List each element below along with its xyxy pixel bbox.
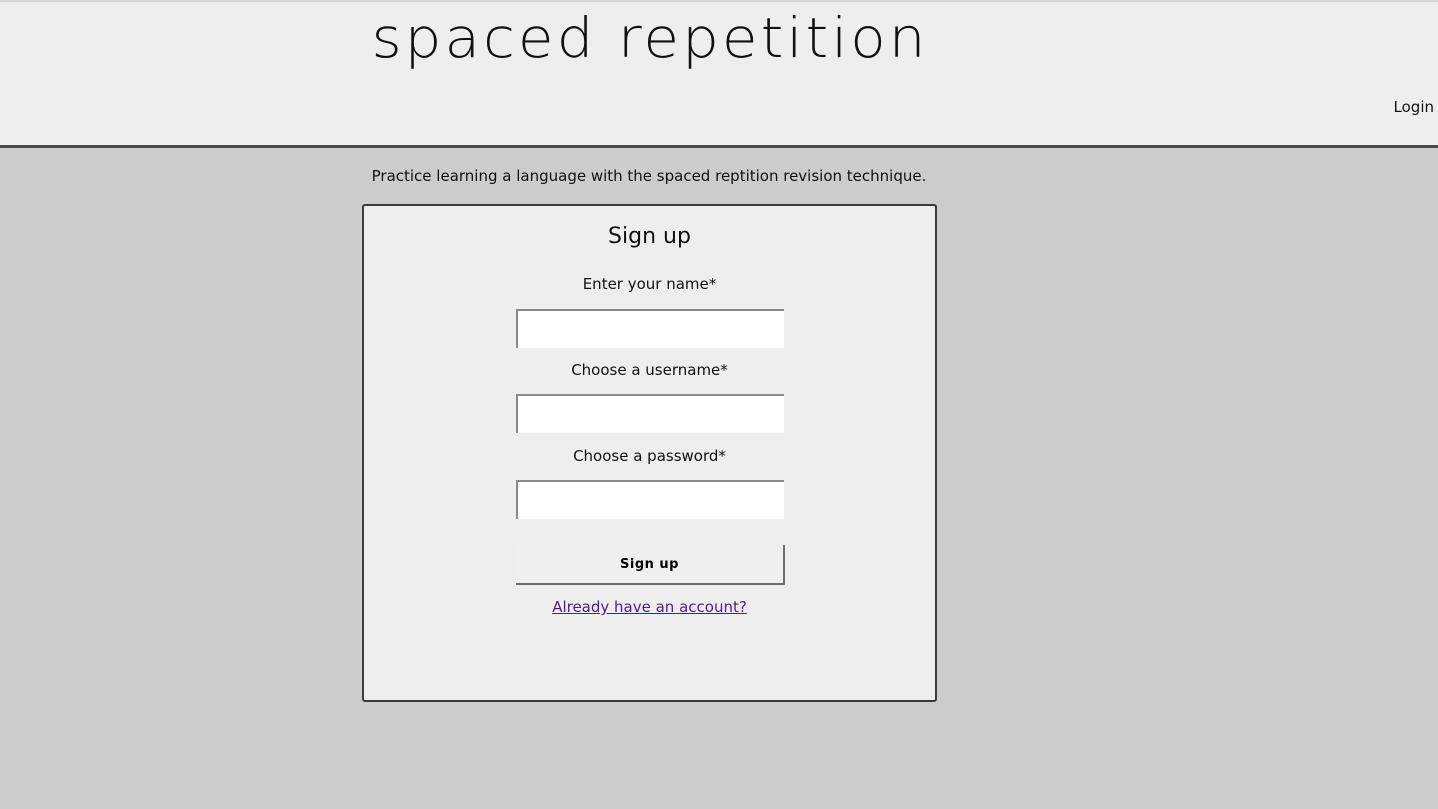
- signup-title: Sign up: [608, 224, 691, 249]
- site-header: spaced repetition Login: [0, 0, 1438, 148]
- name-label: Enter your name*: [582, 275, 717, 293]
- login-link[interactable]: Login: [1394, 98, 1434, 116]
- username-label: Choose a username*: [571, 361, 728, 379]
- site-title: spaced repetition: [371, 5, 929, 71]
- name-input[interactable]: [516, 309, 784, 348]
- signup-card: Sign up Enter your name* Choose a userna…: [362, 204, 937, 702]
- signup-button[interactable]: Sign up: [516, 545, 785, 585]
- account-link-wrapper: Already have an account?: [364, 598, 935, 616]
- username-input[interactable]: [516, 394, 784, 433]
- password-input[interactable]: [516, 480, 784, 519]
- password-label: Choose a password*: [573, 447, 726, 465]
- already-have-account-link[interactable]: Already have an account?: [552, 598, 747, 616]
- tagline: Practice learning a language with the sp…: [371, 167, 927, 185]
